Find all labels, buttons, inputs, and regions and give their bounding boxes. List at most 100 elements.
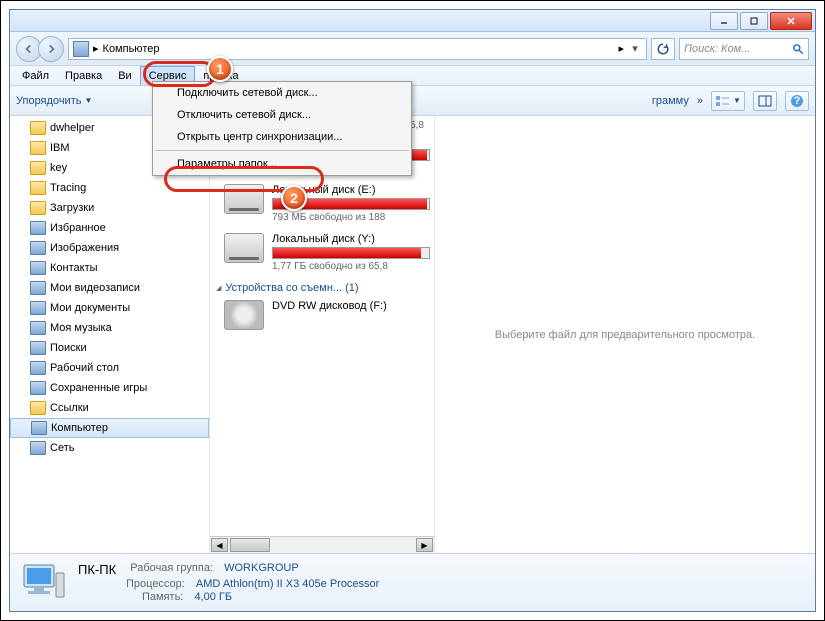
details-pane: ПК-ПК Рабочая группа: WORKGROUP Процессо… xyxy=(10,553,815,611)
sidebar-label: Ссылки xyxy=(50,402,89,414)
menu-file[interactable]: Файл xyxy=(14,66,57,85)
sidebar-item-7[interactable]: Контакты xyxy=(10,258,209,278)
callout-2: 2 xyxy=(281,185,307,211)
sidebar-item-4[interactable]: Загрузки xyxy=(10,198,209,218)
sidebar-item-13[interactable]: Сохраненные игры xyxy=(10,378,209,398)
forward-button[interactable] xyxy=(38,36,64,62)
sidebar-label: Избранное xyxy=(50,222,106,234)
folder-icon xyxy=(30,201,46,215)
sidebar-label: Моя музыка xyxy=(50,322,112,334)
folder-icon xyxy=(30,361,46,375)
pc-name: ПК-ПК xyxy=(78,562,116,577)
navbar: ▸ Компьютер ▸ ▾ Поиск: Ком... xyxy=(10,32,815,66)
address-dropdown[interactable]: ▾ xyxy=(628,42,642,55)
sidebar-item-10[interactable]: Моя музыка xyxy=(10,318,209,338)
menu-separator xyxy=(155,150,409,151)
menu-view[interactable]: Ви xyxy=(110,66,139,85)
toolbar-program[interactable]: грамму xyxy=(652,95,689,107)
menu-edit[interactable]: Правка xyxy=(57,66,110,85)
sidebar-label: Сохраненные игры xyxy=(50,382,147,394)
sidebar-item-15[interactable]: Компьютер xyxy=(10,418,209,438)
sidebar-label: Tracing xyxy=(50,182,86,194)
drive-dvd[interactable]: DVD RW дисковод (F:) xyxy=(224,300,430,330)
pc-icon xyxy=(20,561,68,605)
sidebar-item-14[interactable]: Ссылки xyxy=(10,398,209,418)
folder-icon xyxy=(30,221,46,235)
removable-group[interactable]: Устройства со съемн... (1) xyxy=(216,282,430,294)
address-arrow: ▸ xyxy=(93,42,99,55)
svg-text:?: ? xyxy=(794,95,801,107)
menu-folder-options[interactable]: Параметры папок... xyxy=(153,153,411,175)
folder-icon xyxy=(30,321,46,335)
menu-sync-center[interactable]: Открыть центр синхронизации... xyxy=(153,126,411,148)
explorer-window: ▸ Компьютер ▸ ▾ Поиск: Ком... Файл Правк… xyxy=(9,9,816,612)
content: dwhelperIBMkeyTracingЗагрузкиИзбранноеИз… xyxy=(10,116,815,553)
folder-icon xyxy=(30,161,46,175)
sidebar-label: Поиски xyxy=(50,342,87,354)
titlebar xyxy=(10,10,815,32)
search-input[interactable]: Поиск: Ком... xyxy=(679,38,809,60)
folder-icon xyxy=(30,441,46,455)
computer-icon xyxy=(73,41,89,57)
toolbar-more[interactable]: » xyxy=(697,95,703,107)
hdd-icon xyxy=(224,184,264,214)
sidebar-label: Сеть xyxy=(50,442,74,454)
sidebar-item-5[interactable]: Избранное xyxy=(10,218,209,238)
address-bar[interactable]: ▸ Компьютер ▸ ▾ xyxy=(68,38,647,60)
sidebar-item-16[interactable]: Сеть xyxy=(10,438,209,458)
preview-text: Выберите файл для предварительного просм… xyxy=(495,329,755,341)
folder-icon xyxy=(30,301,46,315)
sidebar-item-11[interactable]: Поиски xyxy=(10,338,209,358)
drive-y[interactable]: Локальный диск (Y:) 1,77 ГБ свободно из … xyxy=(224,233,430,272)
folder-icon xyxy=(31,421,47,435)
sidebar-label: Компьютер xyxy=(51,422,108,434)
address-crumb-arrow[interactable]: ▸ xyxy=(618,42,624,55)
sidebar-label: Контакты xyxy=(50,262,98,274)
search-placeholder: Поиск: Ком... xyxy=(684,43,792,55)
view-button[interactable]: ▼ xyxy=(711,91,745,111)
sidebar-label: Мои видеозаписи xyxy=(50,282,140,294)
service-dropdown: Подключить сетевой диск... Отключить сет… xyxy=(152,81,412,176)
sidebar-item-8[interactable]: Мои видеозаписи xyxy=(10,278,209,298)
address-text: Компьютер xyxy=(103,43,615,55)
scroll-left[interactable]: ◀ xyxy=(211,538,228,552)
folder-icon xyxy=(30,401,46,415)
folder-icon xyxy=(30,141,46,155)
horizontal-scrollbar[interactable]: ◀ ▶ xyxy=(210,536,434,553)
folder-icon xyxy=(30,341,46,355)
sidebar-label: Мои документы xyxy=(50,302,130,314)
menu-disconnect-drive[interactable]: Отключить сетевой диск... xyxy=(153,104,411,126)
sidebar-label: key xyxy=(50,162,67,174)
file-pane: из 65,8 Лока к (D:) 0,99 ГБ свободно из … xyxy=(210,116,435,553)
toolbar: Упорядочить▼ грамму » ▼ ? xyxy=(10,86,815,116)
sidebar-item-3[interactable]: Tracing xyxy=(10,178,209,198)
sidebar-item-9[interactable]: Мои документы xyxy=(10,298,209,318)
sidebar-item-12[interactable]: Рабочий стол xyxy=(10,358,209,378)
scroll-thumb[interactable] xyxy=(230,538,270,552)
sidebar: dwhelperIBMkeyTracingЗагрузкиИзбранноеИз… xyxy=(10,116,210,553)
minimize-button[interactable] xyxy=(710,12,738,30)
sidebar-label: Рабочий стол xyxy=(50,362,119,374)
callout-1: 1 xyxy=(207,56,233,82)
folder-icon xyxy=(30,281,46,295)
organize-button[interactable]: Упорядочить▼ xyxy=(16,95,92,107)
hdd-icon xyxy=(224,233,264,263)
search-icon xyxy=(792,43,804,55)
menu-map-drive[interactable]: Подключить сетевой диск... xyxy=(153,82,411,104)
preview-pane-button[interactable] xyxy=(753,91,777,111)
folder-icon xyxy=(30,261,46,275)
dvd-icon xyxy=(224,300,264,330)
maximize-button[interactable] xyxy=(740,12,768,30)
help-button[interactable]: ? xyxy=(785,91,809,111)
main-pane: из 65,8 Лока к (D:) 0,99 ГБ свободно из … xyxy=(210,116,815,553)
folder-icon xyxy=(30,181,46,195)
folder-icon xyxy=(30,381,46,395)
scroll-right[interactable]: ▶ xyxy=(416,538,433,552)
preview-pane: Выберите файл для предварительного просм… xyxy=(435,116,815,553)
menubar: Файл Правка Ви Сервис правка xyxy=(10,66,815,86)
sidebar-label: dwhelper xyxy=(50,122,95,134)
drive-e[interactable]: Локальный диск (E:) 793 МБ свободно из 1… xyxy=(224,184,430,223)
sidebar-item-6[interactable]: Изображения xyxy=(10,238,209,258)
refresh-button[interactable] xyxy=(651,38,675,60)
close-button[interactable] xyxy=(770,12,812,30)
